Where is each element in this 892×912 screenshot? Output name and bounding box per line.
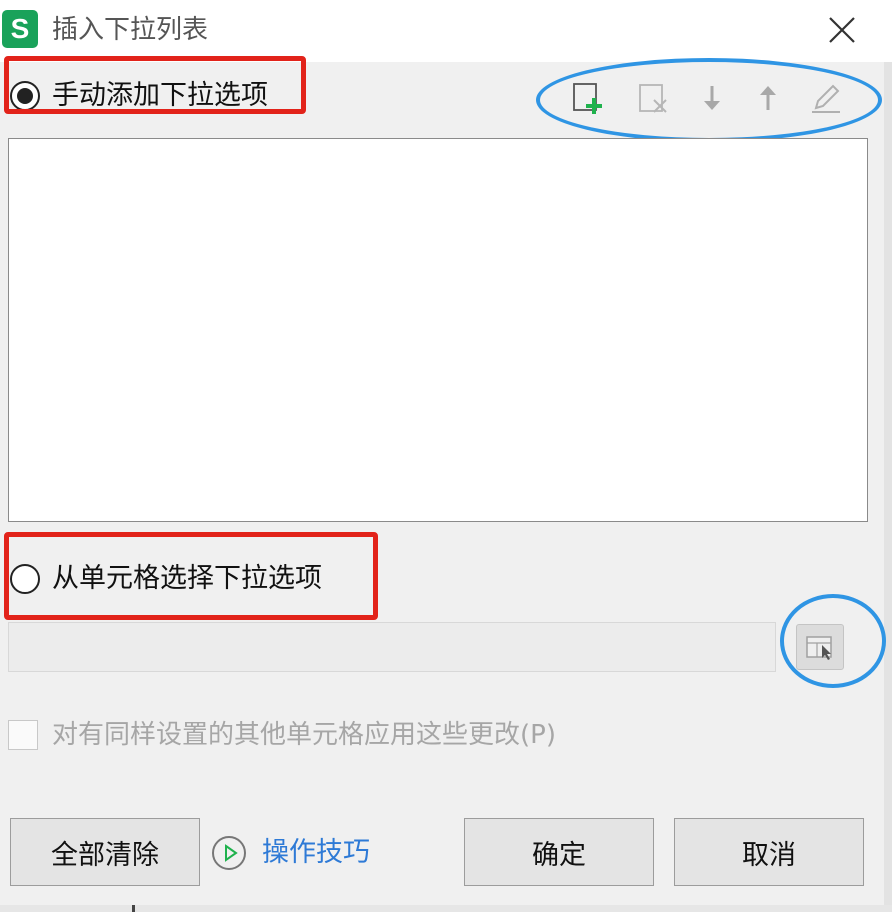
- cell-range-input[interactable]: [8, 622, 776, 672]
- clear-all-button[interactable]: 全部清除: [10, 818, 200, 886]
- window-bottom-mark: [132, 905, 135, 912]
- tips-link[interactable]: 操作技巧: [262, 833, 370, 873]
- from-cells-option-radio[interactable]: [10, 564, 40, 594]
- close-icon[interactable]: [824, 12, 860, 48]
- add-item-icon[interactable]: [568, 78, 608, 118]
- wps-app-icon: S: [2, 10, 38, 48]
- delete-item-icon[interactable]: [632, 78, 672, 118]
- manual-option-label: 手动添加下拉选项: [52, 80, 268, 111]
- ok-button[interactable]: 确定: [464, 818, 654, 886]
- range-select-icon[interactable]: [796, 624, 844, 670]
- move-up-icon[interactable]: [748, 78, 788, 118]
- manual-option-radio[interactable]: [10, 81, 40, 111]
- move-down-icon[interactable]: [692, 78, 732, 118]
- apply-to-same-checkbox[interactable]: [8, 720, 38, 750]
- apply-to-same-label: 对有同样设置的其他单元格应用这些更改(P): [52, 720, 556, 750]
- cancel-button[interactable]: 取消: [674, 818, 864, 886]
- play-circle-icon[interactable]: [212, 836, 246, 870]
- background-strip: [884, 62, 892, 905]
- dialog-title: 插入下拉列表: [52, 15, 209, 45]
- from-cells-option-label: 从单元格选择下拉选项: [52, 563, 322, 594]
- edit-pencil-icon[interactable]: [806, 78, 846, 118]
- dropdown-items-list[interactable]: [8, 138, 868, 522]
